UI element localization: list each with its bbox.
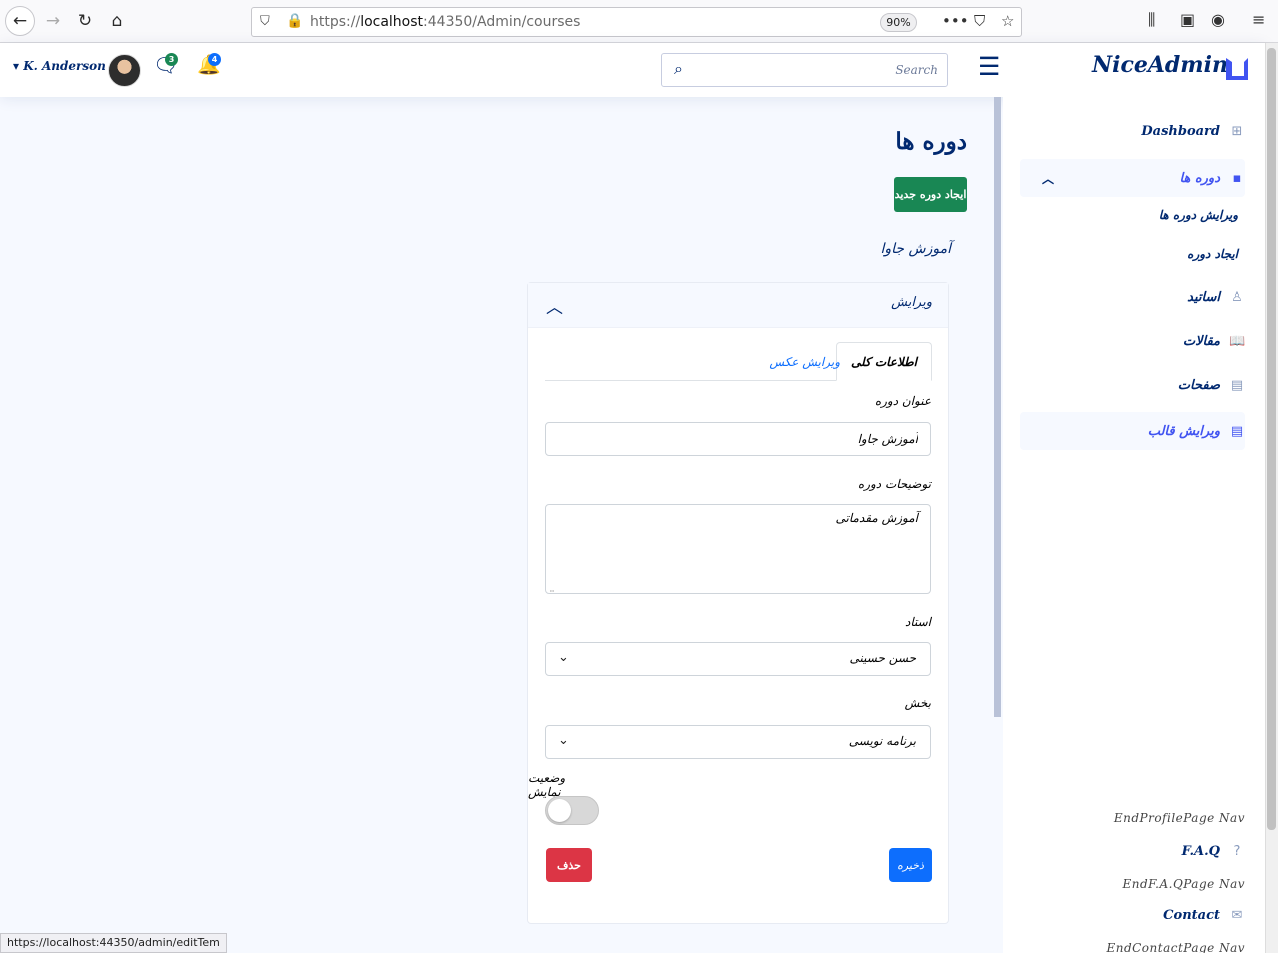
course-description-textarea[interactable]: آموزش مقدماتی bbox=[545, 504, 931, 594]
description-label: توضیحات دوره bbox=[857, 477, 931, 491]
accordion-header[interactable]: ︿ ویرایش bbox=[528, 283, 948, 328]
browser-toolbar: ← → ↻ ⌂ ⛉ 🔒 https://localhost:44350/Admi… bbox=[0, 0, 1278, 43]
end-profile-marker: EndProfilePage Nav bbox=[1113, 811, 1245, 825]
notifications-badge: 4 bbox=[208, 53, 221, 66]
search-icon[interactable]: ⌕ bbox=[674, 59, 683, 79]
course-card: ︿ ویرایش اطلاعات کلی ویرایش عکس عنوان دو… bbox=[527, 282, 949, 924]
course-heading: آموزش جاوا bbox=[880, 241, 952, 257]
home-icon[interactable]: ⌂ bbox=[102, 6, 132, 36]
sidebar-item-label: دوره ها bbox=[1179, 170, 1221, 186]
sidebar-item-contact[interactable]: Contact ✉ bbox=[1163, 896, 1245, 934]
sidebar-item-faq[interactable]: F.A.Q ? bbox=[1182, 832, 1245, 870]
url-text[interactable]: https://localhost:44350/Admin/courses bbox=[310, 14, 580, 30]
forward-icon[interactable]: → bbox=[38, 6, 68, 36]
profile-dropdown[interactable]: ▾ K. Anderson bbox=[13, 59, 106, 73]
back-icon[interactable]: ← bbox=[5, 6, 35, 36]
sidebar-subitem-edit-courses[interactable]: ویرایش دوره ها bbox=[1159, 208, 1238, 222]
shield-icon[interactable]: ⛉ bbox=[260, 14, 270, 29]
sidebar-item-label: اساتید bbox=[1187, 289, 1220, 305]
sidebar-item-dashboard[interactable]: Dashboard ⊞ bbox=[1141, 112, 1245, 150]
sidebar-item-label: مقالات bbox=[1182, 333, 1220, 349]
book-icon: ▪ bbox=[1232, 170, 1242, 186]
sidebar-item-label: Dashboard bbox=[1141, 123, 1220, 139]
end-contact-marker: EndContactPage Nav bbox=[1106, 941, 1245, 953]
open-book-icon: 📖 bbox=[1229, 333, 1246, 349]
visibility-label: وضعیت نمایش bbox=[528, 771, 566, 799]
zoom-level[interactable]: 90% bbox=[880, 13, 917, 32]
search-bar: ⌕ bbox=[661, 53, 948, 87]
reader-view-icon[interactable]: ▣ bbox=[1180, 10, 1195, 29]
tabs: اطلاعات کلی ویرایش عکس bbox=[545, 342, 932, 381]
sidebar-item-edit-template[interactable]: ویرایش قالب ▤ bbox=[1020, 412, 1245, 450]
chevron-up-icon[interactable]: ︿ bbox=[546, 293, 563, 318]
delete-button[interactable]: حذف bbox=[546, 848, 592, 882]
menu-icon[interactable]: ≡ bbox=[1252, 10, 1265, 29]
section-selected-value: برنامه نویسی bbox=[848, 734, 916, 748]
address-bar[interactable]: ⛉ 🔒 https://localhost:44350/Admin/course… bbox=[251, 7, 1022, 37]
teacher-label: استاد bbox=[904, 615, 931, 629]
user-name: K. Anderson bbox=[23, 59, 106, 73]
section-select[interactable]: برنامه نویسی ⌄ bbox=[545, 725, 931, 759]
logo-mark-icon bbox=[1226, 58, 1248, 80]
avatar[interactable] bbox=[108, 54, 141, 87]
resize-grip-icon[interactable]: ⣀ bbox=[549, 583, 555, 592]
sidebar-subitem-create-course[interactable]: ایجاد دوره bbox=[1187, 247, 1238, 261]
page-scrollbar-thumb[interactable] bbox=[1267, 48, 1276, 830]
person-icon: ♙ bbox=[1231, 289, 1243, 305]
lock-warning-icon[interactable]: 🔒 bbox=[286, 13, 303, 29]
accordion-title: ویرایش bbox=[891, 295, 932, 310]
more-actions-icon[interactable]: ••• bbox=[942, 12, 969, 30]
sidebar-item-teachers[interactable]: اساتید ♙ bbox=[1187, 278, 1245, 316]
teacher-select[interactable]: حسن حسینی ⌄ bbox=[545, 642, 931, 676]
title-label: عنوان دوره bbox=[874, 394, 931, 408]
tab-edit-image[interactable]: ویرایش عکس bbox=[755, 342, 854, 381]
logo[interactable]: NiceAdmin bbox=[1092, 52, 1228, 78]
envelope-icon: ✉ bbox=[1231, 907, 1243, 923]
end-faq-marker: EndF.A.QPage Nav bbox=[1122, 877, 1245, 891]
app-header: ▾ K. Anderson 🗨 3 🔔 4 ⌕ ☰ NiceAdmin bbox=[0, 43, 1265, 97]
account-icon[interactable]: ◉ bbox=[1211, 10, 1225, 29]
sidebar-item-articles[interactable]: مقالات 📖 bbox=[1183, 322, 1245, 360]
new-course-button[interactable]: ایجاد دوره جدید bbox=[894, 177, 967, 212]
sidebar-item-label: صفحات bbox=[1177, 377, 1220, 393]
course-title-input[interactable] bbox=[545, 422, 931, 456]
search-input[interactable] bbox=[702, 59, 942, 81]
chevron-down-icon: ⌄ bbox=[558, 733, 569, 748]
page-title: دوره ها bbox=[895, 128, 967, 155]
visibility-toggle[interactable] bbox=[545, 796, 599, 825]
journal-icon: ▤ bbox=[1230, 423, 1244, 439]
sidebar-scrollbar[interactable] bbox=[994, 97, 1001, 717]
save-button[interactable]: ذخیره bbox=[889, 848, 932, 882]
messages-badge: 3 bbox=[165, 53, 178, 66]
pocket-icon[interactable]: ⛉ bbox=[974, 12, 985, 30]
bookmark-star-icon[interactable]: ☆ bbox=[1001, 12, 1014, 30]
library-icon[interactable]: ⫼ bbox=[1148, 10, 1155, 30]
toggle-knob bbox=[548, 799, 571, 822]
question-circle-icon: ? bbox=[1233, 843, 1241, 859]
sidebar-item-label: F.A.Q bbox=[1181, 843, 1220, 859]
status-bar-url: https://localhost:44350/admin/editTem bbox=[0, 933, 227, 953]
grid-icon: ⊞ bbox=[1231, 123, 1243, 139]
chevron-down-icon: ⌄ bbox=[558, 650, 569, 665]
reload-icon[interactable]: ↻ bbox=[70, 6, 100, 36]
document-icon: ▤ bbox=[1230, 377, 1244, 393]
sidebar-item-pages[interactable]: صفحات ▤ bbox=[1178, 366, 1245, 404]
sidebar-toggle-icon[interactable]: ☰ bbox=[978, 52, 1000, 81]
sidebar-item-label: ویرایش قالب bbox=[1147, 423, 1220, 439]
sidebar-item-courses[interactable]: ︿ دوره ها ▪ bbox=[1020, 159, 1245, 197]
teacher-selected-value: حسن حسینی bbox=[849, 651, 916, 665]
chevron-up-icon[interactable]: ︿ bbox=[1042, 170, 1054, 187]
sidebar: Dashboard ⊞ ︿ دوره ها ▪ ویرایش دوره ها ا… bbox=[1003, 97, 1265, 953]
section-label: بخش bbox=[904, 696, 931, 710]
sidebar-item-label: Contact bbox=[1163, 907, 1220, 923]
